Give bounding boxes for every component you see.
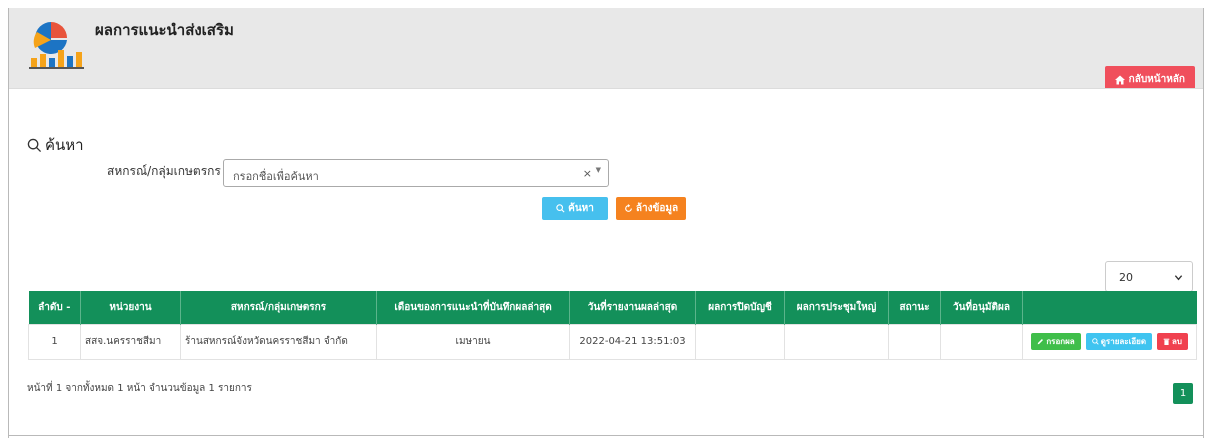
table-header-row: ลำดับ - หน่วยงาน สหกรณ์/กลุ่มเกษตรกร เดื… bbox=[28, 291, 1197, 324]
pagination-summary: หน้าที่ 1 จากทั้งหมด 1 หน้า จำนวนข้อมูล … bbox=[27, 383, 252, 394]
chart-logo-icon bbox=[29, 22, 84, 69]
search-button[interactable]: ค้นหา bbox=[542, 197, 608, 220]
page-title: ผลการแนะนำส่งเสริม bbox=[95, 21, 234, 39]
cell-meeting bbox=[784, 323, 889, 360]
coop-search-select[interactable]: กรอกชื่อเพื่อค้นหา × ▼ bbox=[223, 159, 609, 187]
pagination-page-1[interactable]: 1 bbox=[1173, 383, 1193, 404]
page-header: ผลการแนะนำส่งเสริม กลับหน้าหลัก bbox=[9, 8, 1203, 93]
coop-filter-label: สหกรณ์/กลุ่มเกษตรกร bbox=[107, 164, 221, 178]
column-header-agency: หน่วยงาน bbox=[80, 291, 181, 324]
view-detail-button[interactable]: ดูรายละเอียด bbox=[1085, 333, 1153, 350]
edit-result-label: กรอกผล bbox=[1046, 337, 1075, 346]
clear-button[interactable]: ล้างข้อมูล bbox=[616, 197, 686, 220]
search-heading: ค้นหา bbox=[27, 133, 84, 157]
column-header-meeting: ผลการประชุมใหญ่ bbox=[784, 291, 889, 324]
home-icon bbox=[1114, 75, 1125, 84]
cell-no: 1 bbox=[28, 323, 81, 360]
delete-label: ลบ bbox=[1172, 337, 1182, 346]
clear-button-label: ล้างข้อมูล bbox=[635, 203, 679, 214]
pencil-icon bbox=[1038, 339, 1044, 345]
delete-button[interactable]: ลบ bbox=[1157, 333, 1188, 350]
chevron-down-icon bbox=[1174, 275, 1183, 281]
cell-coop: ร้านสหกรณ์จังหวัดนครราชสีมา จำกัด bbox=[180, 323, 377, 360]
column-header-no[interactable]: ลำดับ - bbox=[28, 291, 81, 324]
search-icon bbox=[556, 204, 565, 213]
column-header-approve-date: วันที่อนุมัติผล bbox=[940, 291, 1023, 324]
main-panel: ค้นหา สหกรณ์/กลุ่มเกษตรกร กรอกชื่อเพื่อค… bbox=[9, 88, 1203, 436]
cell-report-date: 2022-04-21 13:51:03 bbox=[569, 323, 696, 360]
dropdown-caret-icon[interactable]: ▼ bbox=[596, 166, 601, 174]
cell-month: เมษายน bbox=[376, 323, 570, 360]
search-button-label: ค้นหา bbox=[568, 203, 594, 214]
column-header-month: เดือนของการแนะนำที่บันทึกผลล่าสุด bbox=[376, 291, 570, 324]
coop-search-placeholder: กรอกชื่อเพื่อค้นหา bbox=[233, 170, 319, 183]
page-size-value: 20 bbox=[1119, 271, 1133, 284]
cell-approve-date bbox=[940, 323, 1023, 360]
cell-status bbox=[888, 323, 941, 360]
column-header-report-date: วันที่รายงานผลล่าสุด bbox=[569, 291, 696, 324]
column-header-actions bbox=[1022, 291, 1197, 324]
column-header-coop: สหกรณ์/กลุ่มเกษตรกร bbox=[180, 291, 377, 324]
table-row: 1 สสจ.นครราชสีมา ร้านสหกรณ์จังหวัดนครราช… bbox=[28, 323, 1197, 360]
clear-selection-icon[interactable]: × bbox=[583, 167, 592, 180]
results-table: ลำดับ - หน่วยงาน สหกรณ์/กลุ่มเกษตรกร เดื… bbox=[28, 291, 1197, 360]
home-button-label: กลับหน้าหลัก bbox=[1128, 74, 1185, 85]
view-detail-label: ดูรายละเอียด bbox=[1100, 337, 1147, 346]
trash-icon bbox=[1163, 338, 1170, 345]
search-heading-label: ค้นหา bbox=[45, 136, 84, 154]
cell-actions: กรอกผล ดูรายละเอียด ลบ bbox=[1022, 323, 1197, 360]
edit-result-button[interactable]: กรอกผล bbox=[1031, 333, 1081, 350]
search-icon bbox=[1091, 338, 1099, 345]
column-header-closing: ผลการปิดบัญชี bbox=[695, 291, 785, 324]
cell-agency: สสจ.นครราชสีมา bbox=[80, 323, 181, 360]
refresh-icon bbox=[625, 204, 632, 212]
cell-closing bbox=[695, 323, 785, 360]
column-header-status: สถานะ bbox=[888, 291, 941, 324]
search-icon bbox=[27, 138, 42, 152]
page-size-select[interactable]: 20 bbox=[1105, 261, 1193, 292]
